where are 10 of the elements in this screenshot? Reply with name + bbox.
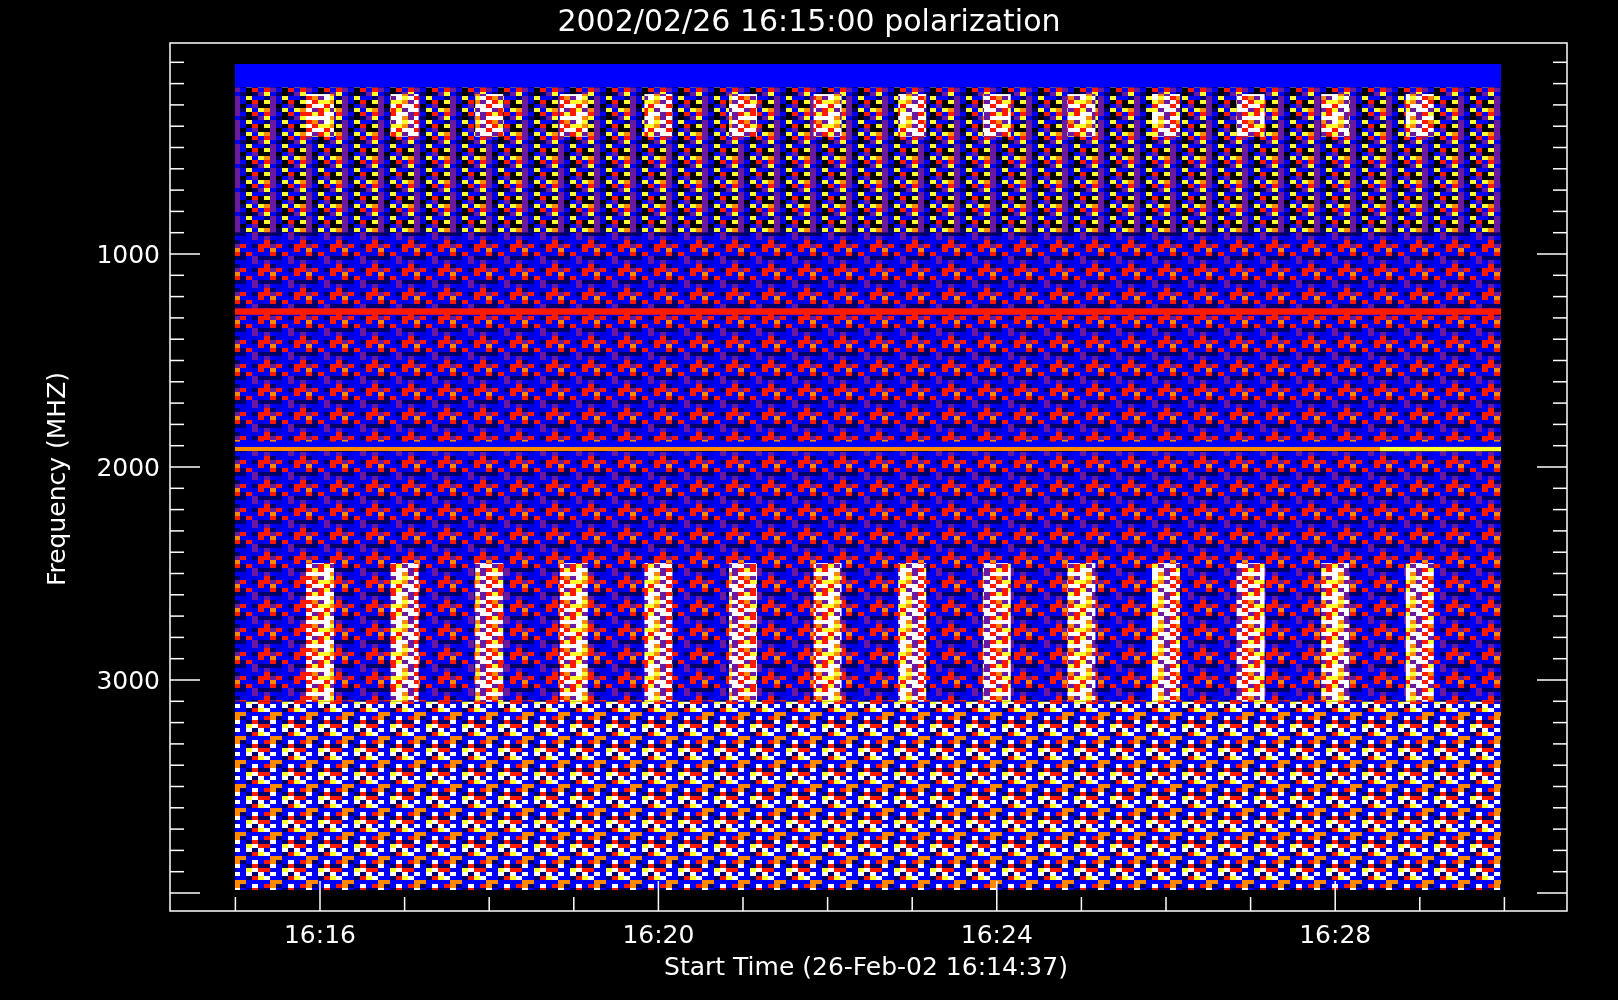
tick-label: 1000: [96, 240, 160, 269]
tick-label: 16:28: [1299, 920, 1372, 949]
y-axis-label: Frequency (MHZ): [42, 371, 71, 587]
x-axis-label: Start Time (26-Feb-02 16:14:37): [664, 952, 1068, 981]
chart-title: 2002/02/26 16:15:00 polarization: [557, 3, 1061, 38]
tick-label: 16:16: [284, 920, 356, 949]
tick-label: 16:20: [622, 920, 695, 949]
tick-label: 2000: [96, 453, 160, 482]
tick-label: 16:24: [960, 920, 1033, 949]
tick-label: 3000: [96, 666, 160, 695]
